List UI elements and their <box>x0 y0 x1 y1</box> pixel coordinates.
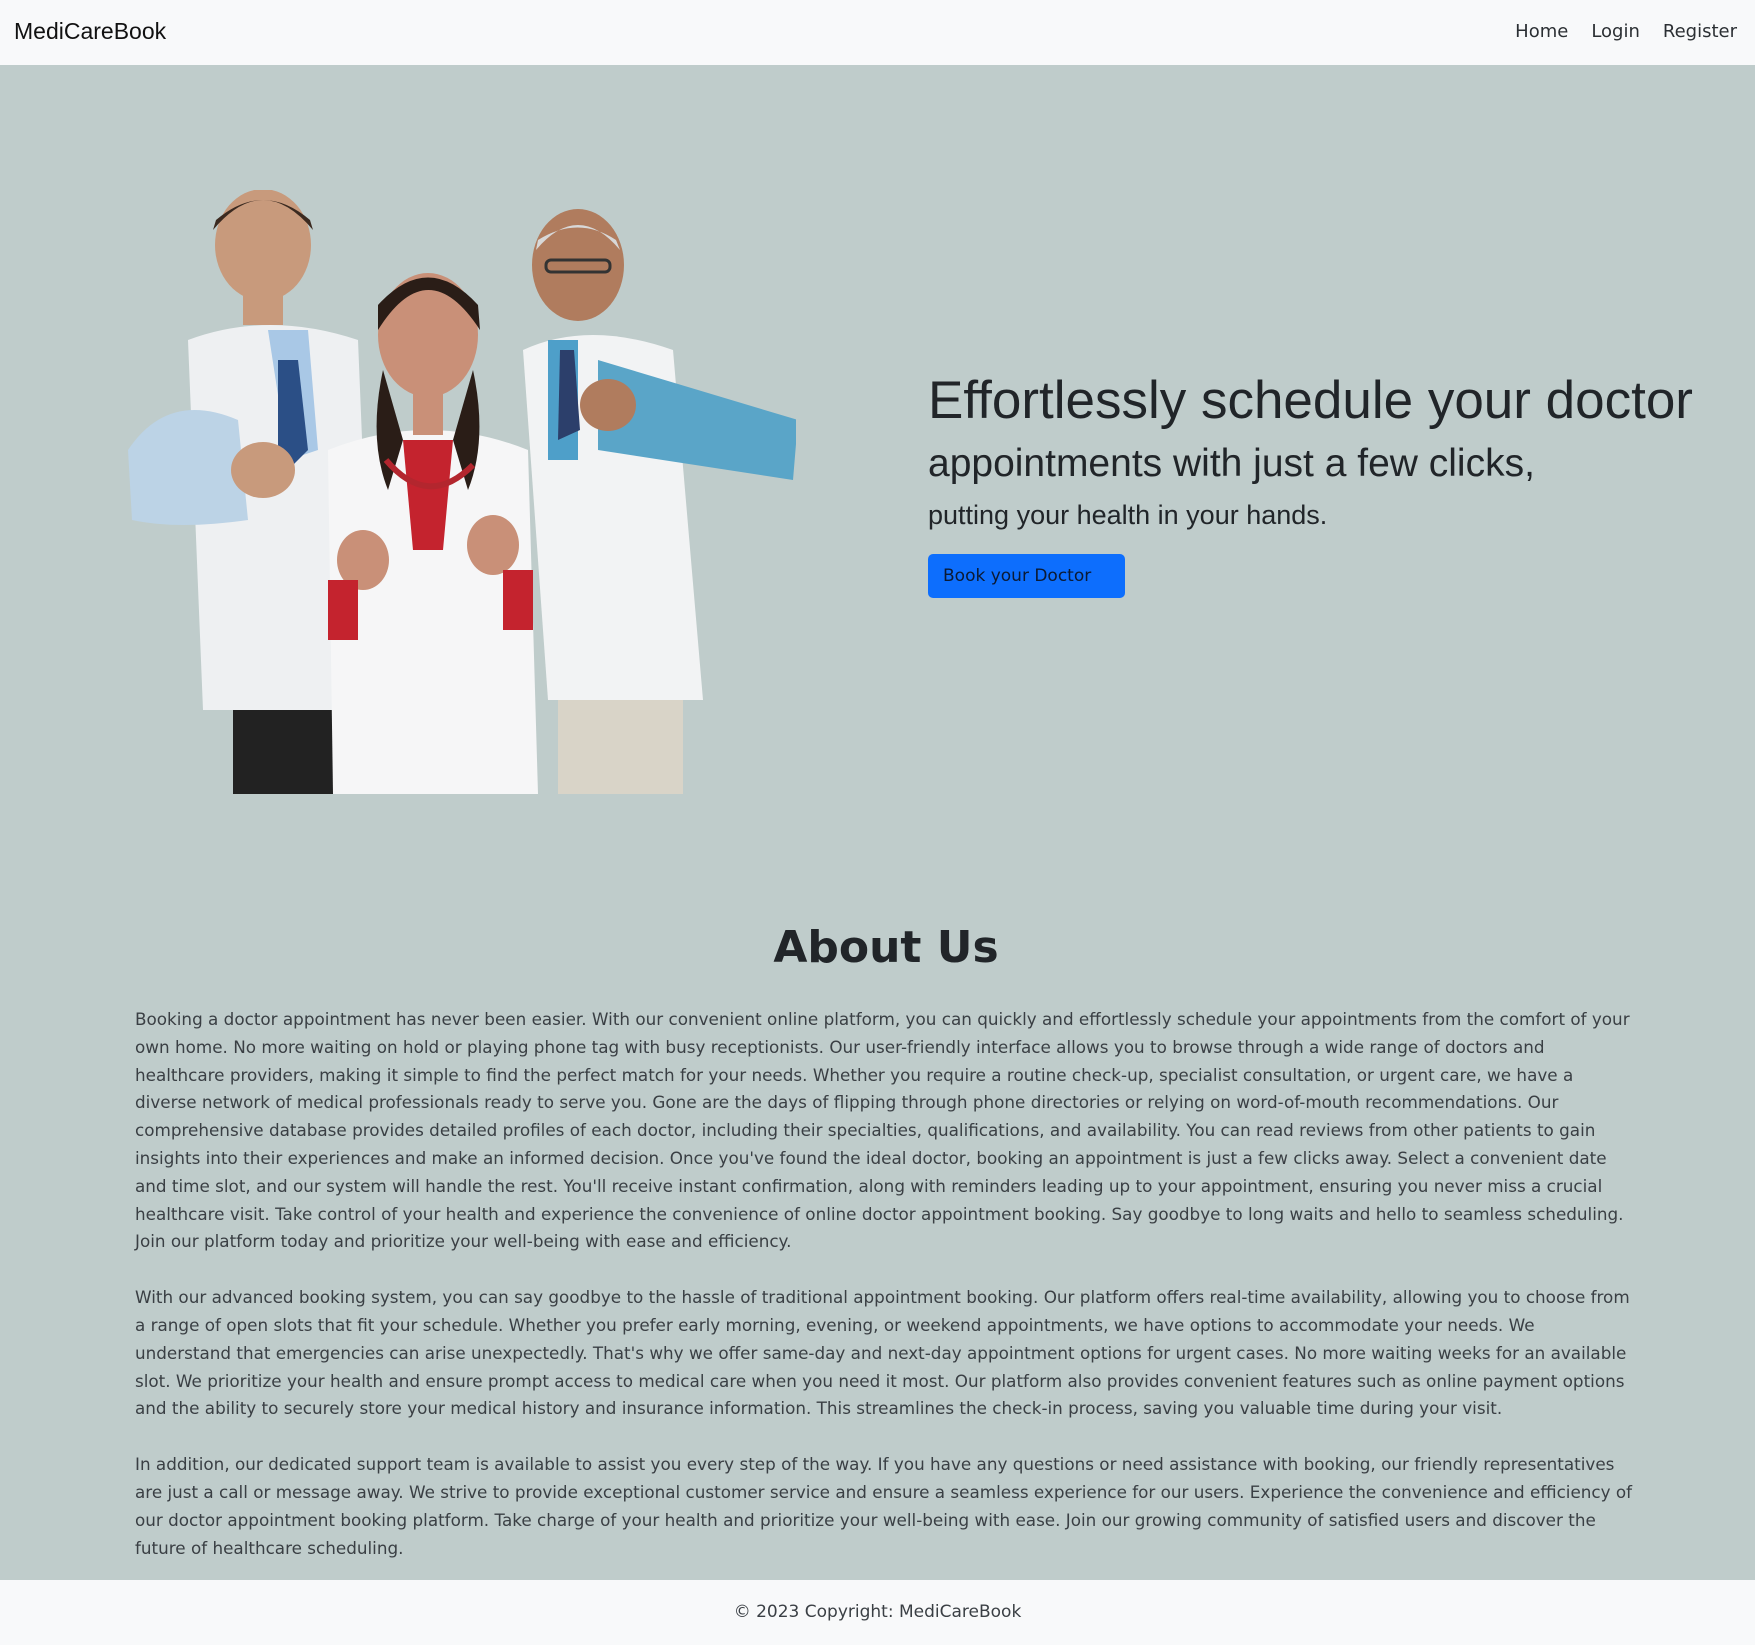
about-paragraph: Booking a doctor appointment has never b… <box>135 1009 1630 1252</box>
nav-link-register[interactable]: Register <box>1663 21 1737 42</box>
about-paragraph: With our advanced booking system, you ca… <box>135 1287 1630 1419</box>
doctors-hero-image <box>128 190 796 794</box>
about-paragraph: In addition, our dedicated support team … <box>135 1454 1633 1558</box>
nav-links: Home Login Register <box>1515 21 1737 42</box>
hero-tagline: putting your health in your hands. <box>928 500 1328 530</box>
doctor-center-figure <box>328 273 538 794</box>
navbar: MediCareBook Home Login Register <box>0 0 1755 65</box>
footer: © 2023 Copyright: MediCareBook <box>0 1580 1755 1645</box>
about-us-title: About Us <box>773 922 999 973</box>
about-us-content: Booking a doctor appointment has never b… <box>135 1006 1635 1590</box>
book-doctor-button[interactable]: Book your Doctor <box>928 554 1125 598</box>
doctor-right-figure <box>523 209 796 794</box>
brand-logo[interactable]: MediCareBook <box>14 18 166 45</box>
hero-section: Effortlessly schedule your doctor appoin… <box>928 368 1748 598</box>
nav-link-home[interactable]: Home <box>1515 21 1568 42</box>
hero-headline: Effortlessly schedule your doctor <box>928 371 1693 430</box>
nav-link-login[interactable]: Login <box>1591 21 1640 42</box>
hero-subheadline: appointments with just a few clicks, <box>928 442 1535 485</box>
footer-copyright: © 2023 Copyright: MediCareBook <box>733 1602 1022 1622</box>
